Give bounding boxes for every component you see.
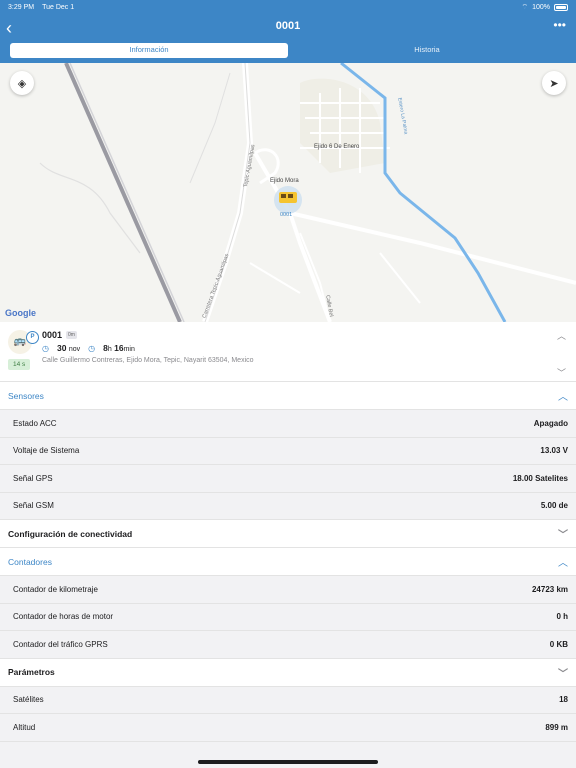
map-label-town: Ejido Mora [270,178,299,184]
chevron-up-icon: ︿ [558,558,568,569]
status-date: Tue Dec 1 [42,3,75,11]
status-time: 3:29 PM [8,3,35,11]
vehicle-card[interactable]: 🚌 P 0001 0m ◷ 30 nov ◷ 8h 16min Calle Gu… [0,322,576,382]
list-item: Estado ACC Apagado [0,410,576,438]
battery-percent: 100% [532,3,550,11]
list-item: Altitud 899 m [0,714,576,742]
duration-clock-icon: ◷ [88,343,96,353]
segmented-control: Información Historia [10,43,566,58]
status-bar: 3:29 PM Tue Dec 1 ⌔ 100% [0,0,576,14]
parked-status-icon: P [26,331,39,344]
navigation-arrow-icon[interactable]: ➤ [542,71,566,95]
more-options-icon[interactable]: ••• [553,18,566,32]
page-title: 0001 [275,20,301,32]
list-item: Voltaje de Sistema 13.03 V [0,437,576,465]
section-title: Contadores [8,556,52,567]
section-title: Sensores [8,390,44,401]
list-item: Contador de kilometraje 24723 km [0,576,576,604]
duration-value: 8h 16min [103,343,135,353]
map-view[interactable]: Ejido Mora Ejido 6 De Enero 0001 Tepic-A… [0,63,576,322]
home-indicator [198,760,378,764]
map-label-town2: Ejido 6 De Enero [314,144,360,150]
list-item: Contador del tráfico GPRS 0 KB [0,631,576,659]
section-title: Configuración de conectividad [8,528,133,539]
section-parametros[interactable]: Parámetros ﹀ [0,658,576,687]
list-item: Señal GPS 18.00 Satelites [0,465,576,493]
list-item: Señal GSM 5.00 de [0,492,576,520]
wifi-icon: ⌔ [521,3,529,11]
app-header: ‹ 0001 ••• Información Historia [0,14,576,63]
chevron-up-icon[interactable]: ︿ [557,329,566,342]
list-item: Satélites 18 [0,686,576,714]
section-contadores[interactable]: Contadores ︿ [0,548,576,576]
vehicle-small-badge: 0m [66,331,77,339]
chevron-up-icon: ︿ [558,392,568,403]
tab-historia[interactable]: Historia [288,43,566,58]
battery-icon [554,3,568,11]
date-clock-icon: ◷ [42,343,49,353]
vehicle-name: 0001 [42,330,63,340]
map-marker-label: 0001 [280,212,293,218]
map-canvas [0,63,576,322]
section-conectividad[interactable]: Configuración de conectividad ﹀ [0,520,576,548]
since-badge: 14 s [8,359,31,370]
details-list: Sensores ︿ Estado ACC Apagado Voltaje de … [0,382,576,742]
section-title: Parámetros [8,667,55,677]
google-logo: Google [5,308,36,318]
vehicle-address: Calle Guillermo Contreras, Ejido Mora, T… [42,357,254,364]
chevron-down-icon: ﹀ [558,530,568,541]
vehicle-meta: ◷ 30 nov ◷ 8h 16min [42,343,135,353]
section-sensores[interactable]: Sensores ︿ [0,382,576,410]
chevron-down-icon: ﹀ [558,668,568,680]
list-item: Contador de horas de motor 0 h [0,603,576,631]
chevron-down-icon[interactable]: ﹀ [557,366,566,379]
layers-icon[interactable]: ◈ [10,71,34,95]
date-value: 30 nov [56,343,81,353]
tab-informacion[interactable]: Información [10,43,288,58]
